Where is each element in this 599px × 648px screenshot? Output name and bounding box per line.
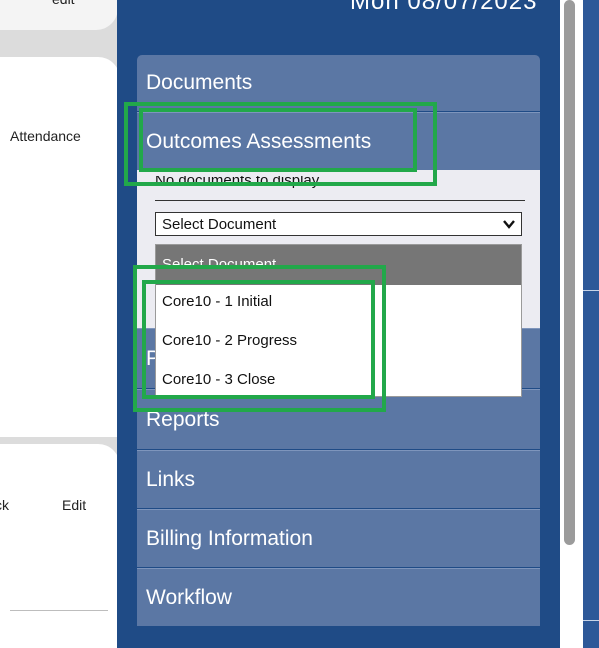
left-top-card: edit — [0, 0, 118, 30]
select-value: Select Document — [162, 215, 277, 233]
menu-documents-label: Documents — [146, 71, 253, 94]
right-edge-panel — [583, 0, 599, 648]
menu-workflow[interactable]: Workflow — [137, 568, 540, 626]
document-select[interactable]: Select Document — [155, 212, 522, 236]
right-edge-divider — [583, 290, 599, 291]
menu-links[interactable]: Links — [137, 450, 540, 508]
right-edge-divider-2 — [583, 620, 599, 621]
divider — [10, 610, 108, 611]
bottom-left-card: ck Edit — [0, 444, 120, 648]
menu-workflow-label: Workflow — [146, 585, 232, 609]
attendance-card: Attendance — [0, 57, 120, 437]
edit-link[interactable]: edit — [52, 0, 75, 7]
menu-billing-information[interactable]: Billing Information — [137, 509, 540, 567]
menu-billing-label: Billing Information — [146, 526, 313, 550]
attendance-link[interactable]: Attendance — [10, 128, 81, 144]
lock-link[interactable]: ck — [0, 497, 9, 513]
chevron-down-icon — [503, 216, 515, 232]
highlight-box-outcomes-inner — [139, 108, 417, 172]
edit-button[interactable]: Edit — [62, 497, 86, 513]
scrollbar-thumb[interactable] — [564, 0, 575, 545]
highlight-box-options-inner — [142, 280, 375, 399]
menu-links-label: Links — [146, 467, 196, 491]
current-date: Mon 08/07/2023 — [350, 0, 538, 15]
